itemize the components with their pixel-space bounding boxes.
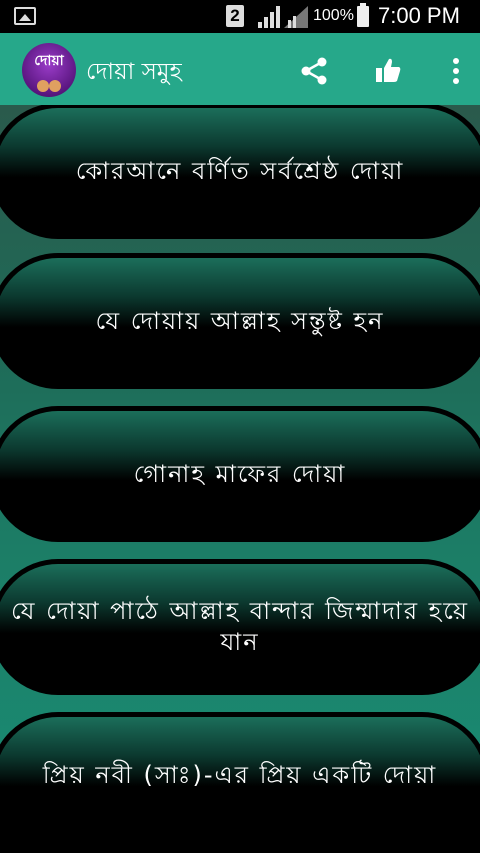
battery-percent: 100% <box>313 7 354 24</box>
gallery-notification-icon <box>14 7 36 25</box>
sim-slot-badge: 2 <box>226 5 244 27</box>
signal-icon-2 <box>284 6 308 28</box>
status-bar: 2 100% 7:00 PM <box>0 0 480 33</box>
list-item-label: যে দোয়ায় আল্লাহ সন্তুষ্ট হন <box>95 306 385 335</box>
thumbs-up-icon[interactable] <box>372 55 404 87</box>
app-bar: দোয়া দোয়া সমুহ <box>0 33 480 105</box>
battery-icon <box>357 3 369 27</box>
list-item-button[interactable]: যে দোয়া পাঠে আল্লাহ বান্দার জিম্মাদার হ… <box>0 559 480 695</box>
bottom-black-area <box>0 788 480 853</box>
list-item-button[interactable]: কোরআনে বর্ণিত সর্বশ্রেষ্ঠ দোয়া <box>0 105 480 239</box>
signal-icon <box>258 6 280 28</box>
list-item-button[interactable]: প্রিয় নবী (সাঃ)-এর প্রিয় একটি দোয়া <box>0 712 480 788</box>
list-item-label: গোনাহ মাফের দোয়া <box>133 459 347 488</box>
overflow-menu-icon[interactable] <box>440 55 472 87</box>
list-item-label: কোরআনে বর্ণিত সর্বশ্রেষ্ঠ দোয়া <box>75 156 405 185</box>
praying-hands-icon <box>37 80 61 92</box>
clock: 7:00 PM <box>378 3 460 28</box>
list-item-label: যে দোয়া পাঠে আল্লাহ বান্দার জিম্মাদার হ… <box>10 597 470 656</box>
dua-list[interactable]: কোরআনে বর্ণিত সর্বশ্রেষ্ঠ দোয়া যে দোয়া… <box>0 105 480 788</box>
app-title: দোয়া সমুহ <box>86 59 182 85</box>
app-logo-text: দোয়া <box>34 53 64 69</box>
list-item-label: প্রিয় নবী (সাঃ)-এর প্রিয় একটি দোয়া <box>42 760 438 789</box>
list-item-button[interactable]: গোনাহ মাফের দোয়া <box>0 406 480 542</box>
share-icon[interactable] <box>298 55 330 87</box>
app-logo: দোয়া <box>22 43 76 97</box>
list-item-button[interactable]: যে দোয়ায় আল্লাহ সন্তুষ্ট হন <box>0 253 480 389</box>
